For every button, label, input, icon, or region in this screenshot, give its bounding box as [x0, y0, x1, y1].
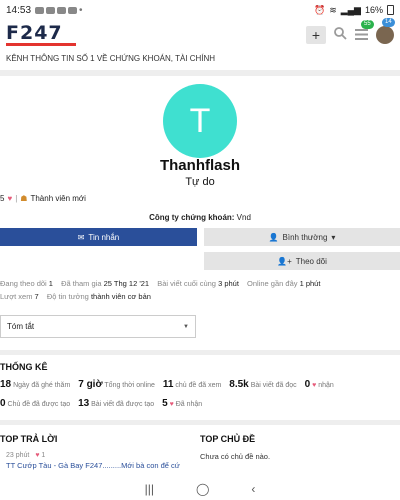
message-button[interactable]: ✉ Tin nhắn — [0, 228, 197, 246]
days-visited-label: Ngày đã ghé thăm — [13, 382, 71, 389]
divider — [0, 70, 400, 76]
message-badge: 14 — [382, 18, 395, 27]
heart-icon: ♥ — [7, 194, 13, 203]
envelope-icon: ✉ — [77, 232, 85, 242]
profile-username: Thanhflash — [159, 157, 240, 174]
profile-info-row: Lượt xem 7 Độ tin tưởng thành viên cơ bả… — [0, 292, 400, 301]
top-replies-title: TOP TRẢ LỜI — [0, 434, 58, 444]
trust-label: Độ tin tưởng — [46, 292, 89, 301]
posts-read-value: 8.5k — [229, 379, 249, 390]
likes-given-value: 5 — [162, 398, 168, 409]
trust-value[interactable]: thành viên cơ bản — [91, 292, 151, 301]
time-read-label: Tổng thời online — [104, 382, 155, 389]
days-visited-value: 18 — [0, 379, 12, 390]
joined-label: Đã tham gia — [61, 279, 102, 288]
profile-avatar: T — [163, 84, 237, 158]
topics-created-value: 0 — [0, 398, 6, 409]
last-post-value[interactable]: 3 phút — [218, 279, 239, 288]
following-value[interactable]: 1 — [49, 279, 53, 288]
app-notification-icon — [57, 6, 67, 14]
reply-likes: 1 — [41, 452, 46, 459]
views-label: Lượt xem — [0, 292, 33, 301]
new-topic-button[interactable]: + — [306, 26, 326, 44]
select-value: Tóm tắt — [7, 322, 35, 331]
posts-created-label: Bài viết đã được tạo — [91, 401, 155, 408]
battery-level: 16% — [364, 5, 383, 15]
battery-icon — [387, 5, 394, 15]
menu-icon[interactable]: 55 — [355, 19, 374, 43]
app-notification-icon — [46, 6, 56, 14]
likes-given-label: Đã nhận — [175, 401, 203, 408]
follow-button-label: Theo dõi — [295, 256, 327, 266]
divider-bar: | — [15, 194, 18, 203]
recent-apps-icon[interactable]: ||| — [145, 482, 154, 496]
time-read-value: 7 giờ — [78, 379, 103, 390]
caret-down-icon: ▾ — [331, 232, 336, 242]
heart-icon: ♥ — [169, 401, 174, 408]
logo-underline — [6, 43, 76, 46]
joined-value: 25 Thg 12 '21 — [103, 279, 150, 288]
reputation-count: 5 — [0, 194, 5, 203]
heart-icon: ♥ — [312, 382, 317, 389]
notification-badge: 55 — [361, 19, 374, 29]
stats-row: 0 Chủ đề đã được tạo 13 Bài viết đã được… — [0, 398, 400, 409]
stats-title: THỐNG KÊ — [0, 362, 48, 372]
company-value: Vnd — [236, 213, 251, 222]
site-tagline: KÊNH THÔNG TIN SỐ 1 VỀ CHỨNG KHOÁN, TÀI … — [6, 54, 216, 63]
profile-info-row: Đang theo dõi 1 Đã tham gia 25 Thg 12 '2… — [0, 279, 400, 288]
site-header: F247 + 55 14 — [0, 18, 400, 50]
views-value: 7 — [34, 292, 39, 301]
divider — [0, 350, 400, 355]
notification-level-button[interactable]: 👤 Bình thường ▾ — [204, 228, 400, 246]
signal-icon: ▂▄▆ — [340, 4, 361, 15]
status-time: 14:53 — [6, 4, 32, 16]
topics-created-label: Chủ đề đã được tạo — [7, 401, 71, 408]
divider — [0, 420, 400, 425]
system-nav-bar: ||| ◯ ‹ — [0, 478, 400, 500]
reputation-row: 5 ♥ | ☗ Thành viên mới — [0, 194, 86, 203]
last-post-label: Bài viết cuối cùng — [157, 279, 216, 288]
last-online-value: 1 phút — [299, 279, 321, 288]
top-topics-title: TOP CHỦ ĐỀ — [200, 434, 256, 444]
last-online-label: Online gần đây — [247, 279, 298, 288]
following-label: Đang theo dõi — [0, 279, 47, 288]
reply-time: 23 phút — [6, 452, 30, 459]
top-topics-empty: Chưa có chủ đề nào. — [200, 452, 271, 461]
heart-icon: ♥ — [35, 452, 40, 459]
status-bar: 14:53 • ⏰ ≋ ▂▄▆ 16% — [0, 0, 400, 20]
app-notification-icon — [68, 6, 78, 14]
logo-text: F247 — [6, 22, 63, 44]
wifi-icon: ≋ — [329, 4, 337, 15]
topics-viewed-label: chủ đề đã xem — [175, 382, 222, 389]
rank-icon: ☗ — [20, 194, 28, 203]
user-avatar[interactable]: 14 — [376, 18, 395, 44]
follow-button[interactable]: 👤+ Theo dõi — [204, 252, 400, 270]
search-icon[interactable] — [334, 27, 347, 43]
posts-read-label: Bài viết đã đọc — [250, 382, 297, 389]
likes-received-label: nhận — [318, 382, 334, 389]
message-button-label: Tin nhắn — [88, 232, 120, 242]
notification-level-label: Bình thường — [282, 232, 328, 242]
profile-user-title: Tự do — [185, 176, 215, 188]
home-icon[interactable]: ◯ — [196, 482, 209, 496]
stats-row: 18 Ngày đã ghé thăm 7 giờ Tổng thời onli… — [0, 379, 400, 390]
site-logo[interactable]: F247 — [6, 24, 78, 46]
profile-section-select[interactable]: Tóm tắt ▼ — [0, 315, 196, 338]
rank-label: Thành viên mới — [30, 194, 86, 203]
reply-meta: 23 phút ♥ 1 — [6, 452, 45, 459]
posts-created-value: 13 — [78, 398, 90, 409]
more-dot-icon: • — [79, 4, 83, 16]
alarm-icon: ⏰ — [313, 4, 326, 15]
company-field: Công ty chứng khoán: Vnd — [0, 213, 400, 222]
likes-received-value: 0 — [304, 379, 311, 390]
company-label: Công ty chứng khoán: — [149, 213, 235, 222]
person-icon: 👤 — [268, 232, 279, 242]
app-notification-icon — [35, 6, 45, 14]
back-icon[interactable]: ‹ — [251, 482, 255, 496]
caret-down-icon: ▼ — [183, 323, 189, 330]
add-person-icon: 👤+ — [277, 256, 292, 266]
top-reply-link[interactable]: TT Cướp Tàu - Gà Bay F247.........Mới bà… — [6, 461, 180, 470]
topics-viewed-value: 11 — [162, 379, 174, 390]
